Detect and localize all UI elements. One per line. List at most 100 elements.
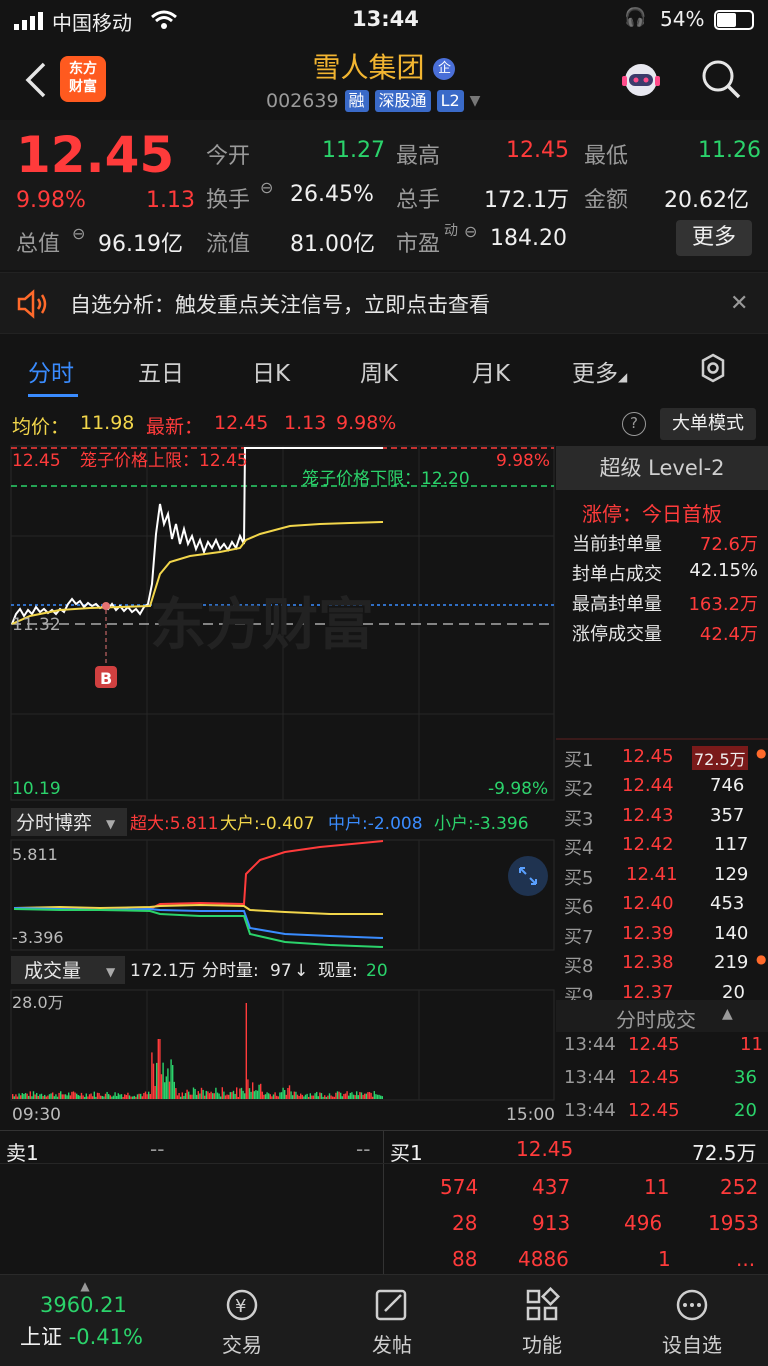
large-order-mode-button[interactable]: 大单模式 bbox=[660, 408, 756, 440]
help-icon[interactable]: ? bbox=[622, 412, 646, 436]
game-small: 小户:-3.396 bbox=[434, 814, 529, 834]
bid-row-2[interactable]: 买2 12.44 746 bbox=[564, 775, 768, 804]
volume-bar bbox=[194, 1088, 196, 1099]
vol-xl-label: 现量: bbox=[318, 961, 358, 981]
info-icon[interactable]: ⊖ bbox=[72, 224, 85, 243]
volume-bar bbox=[229, 1092, 231, 1099]
pe-info-icon[interactable]: ⊖ bbox=[464, 222, 477, 241]
tab-more[interactable]: 更多◢ bbox=[572, 354, 627, 388]
volume-bar bbox=[317, 1096, 319, 1099]
volume-bar bbox=[48, 1094, 51, 1099]
bid-order-book[interactable]: 买1 12.45 72.5万 ● 买2 12.44 746 买3 12.43 357 买4 12… bbox=[556, 738, 768, 1000]
volume-bar bbox=[359, 1092, 361, 1099]
robot-assistant-icon[interactable] bbox=[618, 58, 664, 104]
bid-level: 买1 bbox=[564, 750, 594, 771]
intraday-chart[interactable]: 东方财富 B 12.45 笼子价格上限：12.45 9.98% 笼子价格下限：1… bbox=[0, 444, 556, 1134]
mktcap-value: 96.19亿 bbox=[98, 232, 183, 257]
game-caret-icon: ▼ bbox=[106, 817, 116, 831]
volume-bar bbox=[20, 1095, 22, 1099]
more-button[interactable]: 更多 bbox=[676, 220, 752, 256]
buy-point-dot bbox=[102, 602, 110, 610]
volume-bar bbox=[130, 1096, 132, 1099]
nav-functions[interactable]: 功能 bbox=[482, 1287, 602, 1358]
bid-row-8[interactable]: 买8 12.38 219 ● bbox=[564, 952, 768, 981]
bid-row-1[interactable]: 买1 12.45 72.5万 ● bbox=[564, 746, 768, 775]
volume-bar bbox=[258, 1084, 260, 1099]
ticks-header[interactable]: 分时成交 ▲ bbox=[556, 1000, 768, 1032]
bid-row-9[interactable]: 买9 12.37 20 bbox=[564, 982, 768, 1000]
bottom-nav: ▲ 3960.21 上证 -0.41% ¥ 交易 发帖 功能 设自选 bbox=[0, 1274, 768, 1366]
close-icon[interactable]: ✕ bbox=[730, 291, 748, 316]
volume-bar bbox=[196, 1094, 198, 1099]
watermark: 东方财富 bbox=[150, 593, 374, 658]
gear-icon[interactable] bbox=[697, 352, 729, 384]
bid-volume: 746 bbox=[710, 775, 745, 796]
game-large: 大户:-0.407 bbox=[220, 814, 315, 834]
stock-subtitle[interactable]: 002639 融 深股通 L2 ▼ bbox=[266, 90, 480, 112]
volume-bar bbox=[79, 1095, 81, 1099]
notice-text: 自选分析：触发重点关注信号，立即点击查看 bbox=[70, 293, 490, 317]
bid-volume: 72.5万 bbox=[692, 746, 748, 770]
bid-row-3[interactable]: 买3 12.43 357 bbox=[564, 805, 768, 834]
tick-time: 13:44 bbox=[564, 1034, 616, 1055]
queue-cell: 252 bbox=[720, 1175, 759, 1199]
expand-button[interactable] bbox=[508, 856, 548, 896]
tab-monthly-k[interactable]: 月K bbox=[472, 354, 510, 388]
volume-bar bbox=[45, 1096, 47, 1099]
ticks-title: 分时成交 bbox=[616, 1008, 696, 1032]
volume-bar bbox=[82, 1095, 84, 1099]
level2-title[interactable]: 超级 Level-2 bbox=[556, 446, 768, 490]
volume-bar bbox=[204, 1095, 206, 1099]
index-pct: -0.41% bbox=[68, 1325, 143, 1349]
volume-bar bbox=[341, 1096, 343, 1099]
status-bar: 中国移动 13:44 🎧 54% bbox=[0, 0, 768, 40]
nav-add-watchlist[interactable]: 设自选 bbox=[632, 1287, 752, 1358]
dropdown-caret-icon[interactable]: ▼ bbox=[470, 93, 481, 109]
tab-five-day[interactable]: 五日 bbox=[138, 354, 184, 388]
volume-bar bbox=[117, 1093, 119, 1099]
index-ticker[interactable]: ▲ 3960.21 上证 -0.41% bbox=[20, 1279, 170, 1363]
volume-bar bbox=[128, 1095, 131, 1099]
search-icon[interactable] bbox=[700, 58, 742, 100]
volume-bar bbox=[320, 1093, 323, 1099]
nav-trade[interactable]: ¥ 交易 bbox=[182, 1287, 302, 1358]
volume-bar bbox=[228, 1094, 230, 1099]
bid-row-6[interactable]: 买6 12.40 453 bbox=[564, 893, 768, 922]
volume-bar bbox=[77, 1095, 79, 1099]
volume-bar bbox=[29, 1091, 31, 1099]
bid-volume: 219 bbox=[714, 952, 749, 973]
volume-bar bbox=[236, 1087, 238, 1099]
volume-bar bbox=[263, 1094, 265, 1099]
volume-bar bbox=[191, 1094, 193, 1099]
notice-bar[interactable]: 自选分析：触发重点关注信号，立即点击查看 ✕ bbox=[0, 272, 768, 334]
volume-bar bbox=[232, 1090, 235, 1099]
volume-bar bbox=[237, 1096, 239, 1099]
queue-cell: 28 bbox=[452, 1211, 478, 1235]
bid-row-4[interactable]: 买4 12.42 117 bbox=[564, 834, 768, 863]
volume-bar bbox=[80, 1092, 83, 1099]
volume-bar bbox=[93, 1091, 95, 1099]
bid-level: 买7 bbox=[564, 927, 594, 948]
tab-weekly-k[interactable]: 周K bbox=[360, 354, 398, 388]
bid-volume: 117 bbox=[714, 834, 749, 855]
volume-bar bbox=[298, 1095, 300, 1099]
volume-bar bbox=[109, 1095, 111, 1099]
down-arrow-icon: ↓ bbox=[294, 961, 308, 981]
game-super: 超大:5.811 bbox=[130, 814, 218, 834]
game-mid-line bbox=[13, 907, 384, 939]
battery-percent: 54% bbox=[660, 7, 705, 31]
open-value: 11.27 bbox=[322, 138, 385, 163]
bid-row-7[interactable]: 买7 12.39 140 bbox=[564, 923, 768, 952]
nav-post[interactable]: 发帖 bbox=[332, 1287, 452, 1358]
tab-intraday[interactable]: 分时 bbox=[28, 354, 74, 388]
volume-bar bbox=[39, 1094, 41, 1099]
tab-daily-k[interactable]: 日K bbox=[252, 354, 290, 388]
dot-indicator-icon: ● bbox=[756, 746, 767, 760]
volume-bar bbox=[301, 1094, 303, 1099]
volume-bar bbox=[253, 1091, 255, 1099]
stock-code: 002639 bbox=[266, 90, 339, 112]
vol-ymax: 28.0万 bbox=[12, 993, 64, 1012]
bid-row-5[interactable]: 买5 12.41 129 bbox=[564, 864, 768, 893]
volume-bar bbox=[247, 1079, 249, 1099]
turnover-info-icon[interactable]: ⊖ bbox=[260, 178, 273, 197]
